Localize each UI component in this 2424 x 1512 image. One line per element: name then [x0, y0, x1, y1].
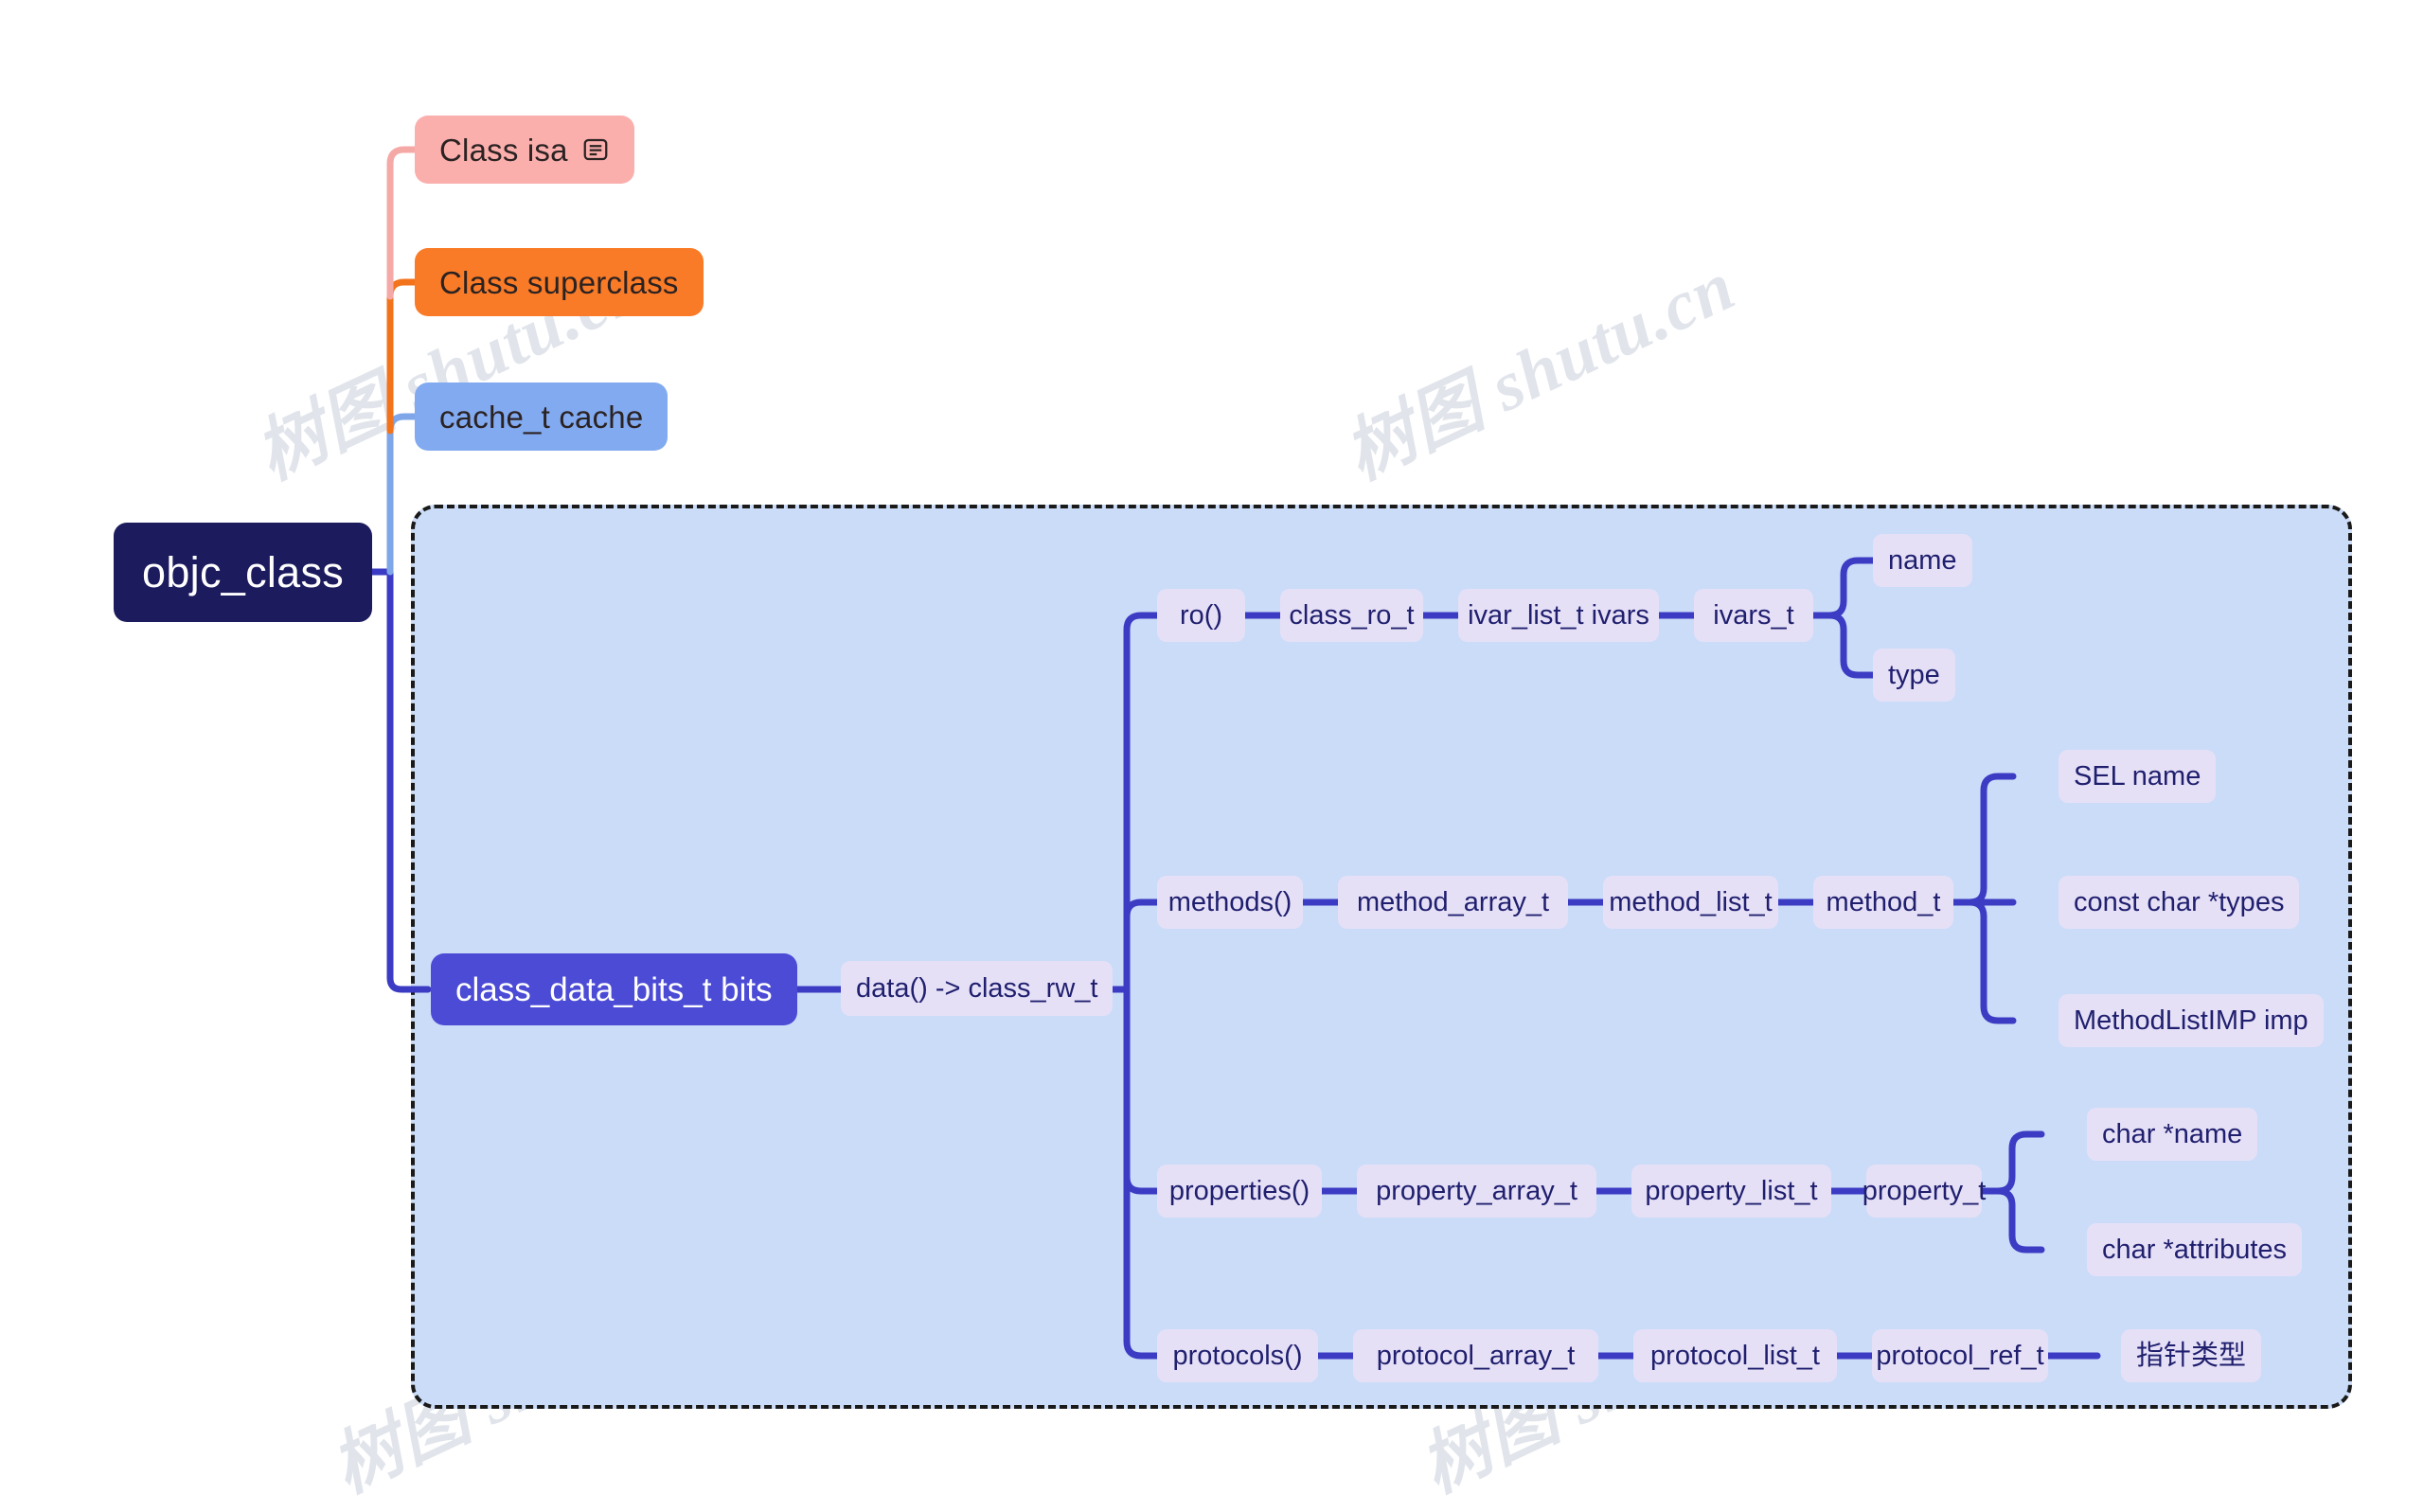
node-method-array-t[interactable]: method_array_t [1338, 876, 1568, 929]
mindmap-canvas: 树图 shutu.cn 树图 shutu.cn 树图 shutu.cn 树图 s… [0, 0, 2424, 1507]
node-protocols[interactable]: protocols() [1157, 1329, 1318, 1382]
node-data-class-rw-t[interactable]: data() -> class_rw_t [841, 961, 1114, 1016]
node-label: ro() [1179, 599, 1223, 631]
watermark: 树图 shutu.cn [1333, 246, 1747, 495]
node-label: Class isa [439, 132, 568, 168]
node-label: data() -> class_rw_t [856, 972, 1098, 1004]
node-label: method_array_t [1356, 886, 1550, 917]
node-label: property_t [1862, 1175, 1987, 1206]
node-property-char-name[interactable]: char *name [2087, 1108, 2258, 1161]
node-label: 指针类型 [2136, 1340, 2247, 1371]
node-label: name [1888, 544, 1957, 576]
node-property-t[interactable]: property_t [1863, 1165, 1986, 1218]
node-property-list-t[interactable]: property_list_t [1631, 1165, 1831, 1218]
node-protocol-array-t[interactable]: protocol_array_t [1353, 1329, 1598, 1382]
node-label: ivars_t [1713, 599, 1794, 631]
node-label: protocol_ref_t [1876, 1340, 2044, 1371]
node-label: Class superclass [439, 264, 679, 300]
note-icon [581, 135, 610, 164]
node-class-data-bits[interactable]: class_data_bits_t bits [431, 953, 797, 1025]
node-label: ivar_list_t ivars [1468, 599, 1649, 631]
node-method-list-t[interactable]: method_list_t [1603, 876, 1778, 929]
node-label: class_ro_t [1289, 599, 1415, 631]
node-label: property_list_t [1645, 1175, 1818, 1206]
node-label: protocol_array_t [1376, 1340, 1576, 1371]
node-label: const char *types [2074, 886, 2285, 917]
node-label: properties() [1168, 1175, 1310, 1206]
node-label: methods() [1167, 886, 1292, 917]
node-label: objc_class [142, 548, 345, 596]
node-label: MethodListIMP imp [2074, 1005, 2308, 1036]
node-method-t[interactable]: method_t [1813, 876, 1953, 929]
node-properties[interactable]: properties() [1157, 1165, 1322, 1218]
node-ro[interactable]: ro() [1157, 589, 1245, 642]
node-class-superclass[interactable]: Class superclass [415, 248, 704, 316]
node-ivars-name[interactable]: name [1873, 534, 1972, 587]
node-method-const-char-types[interactable]: const char *types [2059, 876, 2300, 929]
node-label: protocol_list_t [1650, 1340, 1820, 1371]
node-cache-t-cache[interactable]: cache_t cache [415, 382, 668, 451]
node-protocol-ref-t[interactable]: protocol_ref_t [1872, 1329, 2048, 1382]
node-label: class_data_bits_t bits [455, 970, 773, 1008]
node-ivars-type[interactable]: type [1873, 649, 1955, 702]
node-label: method_list_t [1609, 886, 1773, 917]
node-protocol-list-t[interactable]: protocol_list_t [1633, 1329, 1837, 1382]
node-label: method_t [1826, 886, 1941, 917]
node-class-ro-t[interactable]: class_ro_t [1280, 589, 1423, 642]
node-label: type [1888, 659, 1940, 690]
node-label: char *attributes [2102, 1234, 2288, 1265]
node-ivar-list-t-ivars[interactable]: ivar_list_t ivars [1458, 589, 1659, 642]
node-root-objc-class[interactable]: objc_class [114, 523, 373, 622]
node-methods[interactable]: methods() [1157, 876, 1303, 929]
node-label: property_array_t [1376, 1175, 1577, 1206]
node-protocol-pointer-type[interactable]: 指针类型 [2121, 1329, 2262, 1382]
node-label: protocols() [1172, 1340, 1303, 1371]
node-property-array-t[interactable]: property_array_t [1357, 1165, 1596, 1218]
node-label: char *name [2102, 1118, 2243, 1149]
node-label: cache_t cache [439, 399, 644, 435]
node-property-char-attributes[interactable]: char *attributes [2087, 1223, 2303, 1276]
node-ivars-t[interactable]: ivars_t [1694, 589, 1813, 642]
node-method-sel-name[interactable]: SEL name [2059, 750, 2217, 803]
node-label: SEL name [2074, 760, 2201, 792]
node-class-isa[interactable]: Class isa [415, 116, 634, 184]
node-method-list-imp[interactable]: MethodListIMP imp [2059, 994, 2324, 1047]
